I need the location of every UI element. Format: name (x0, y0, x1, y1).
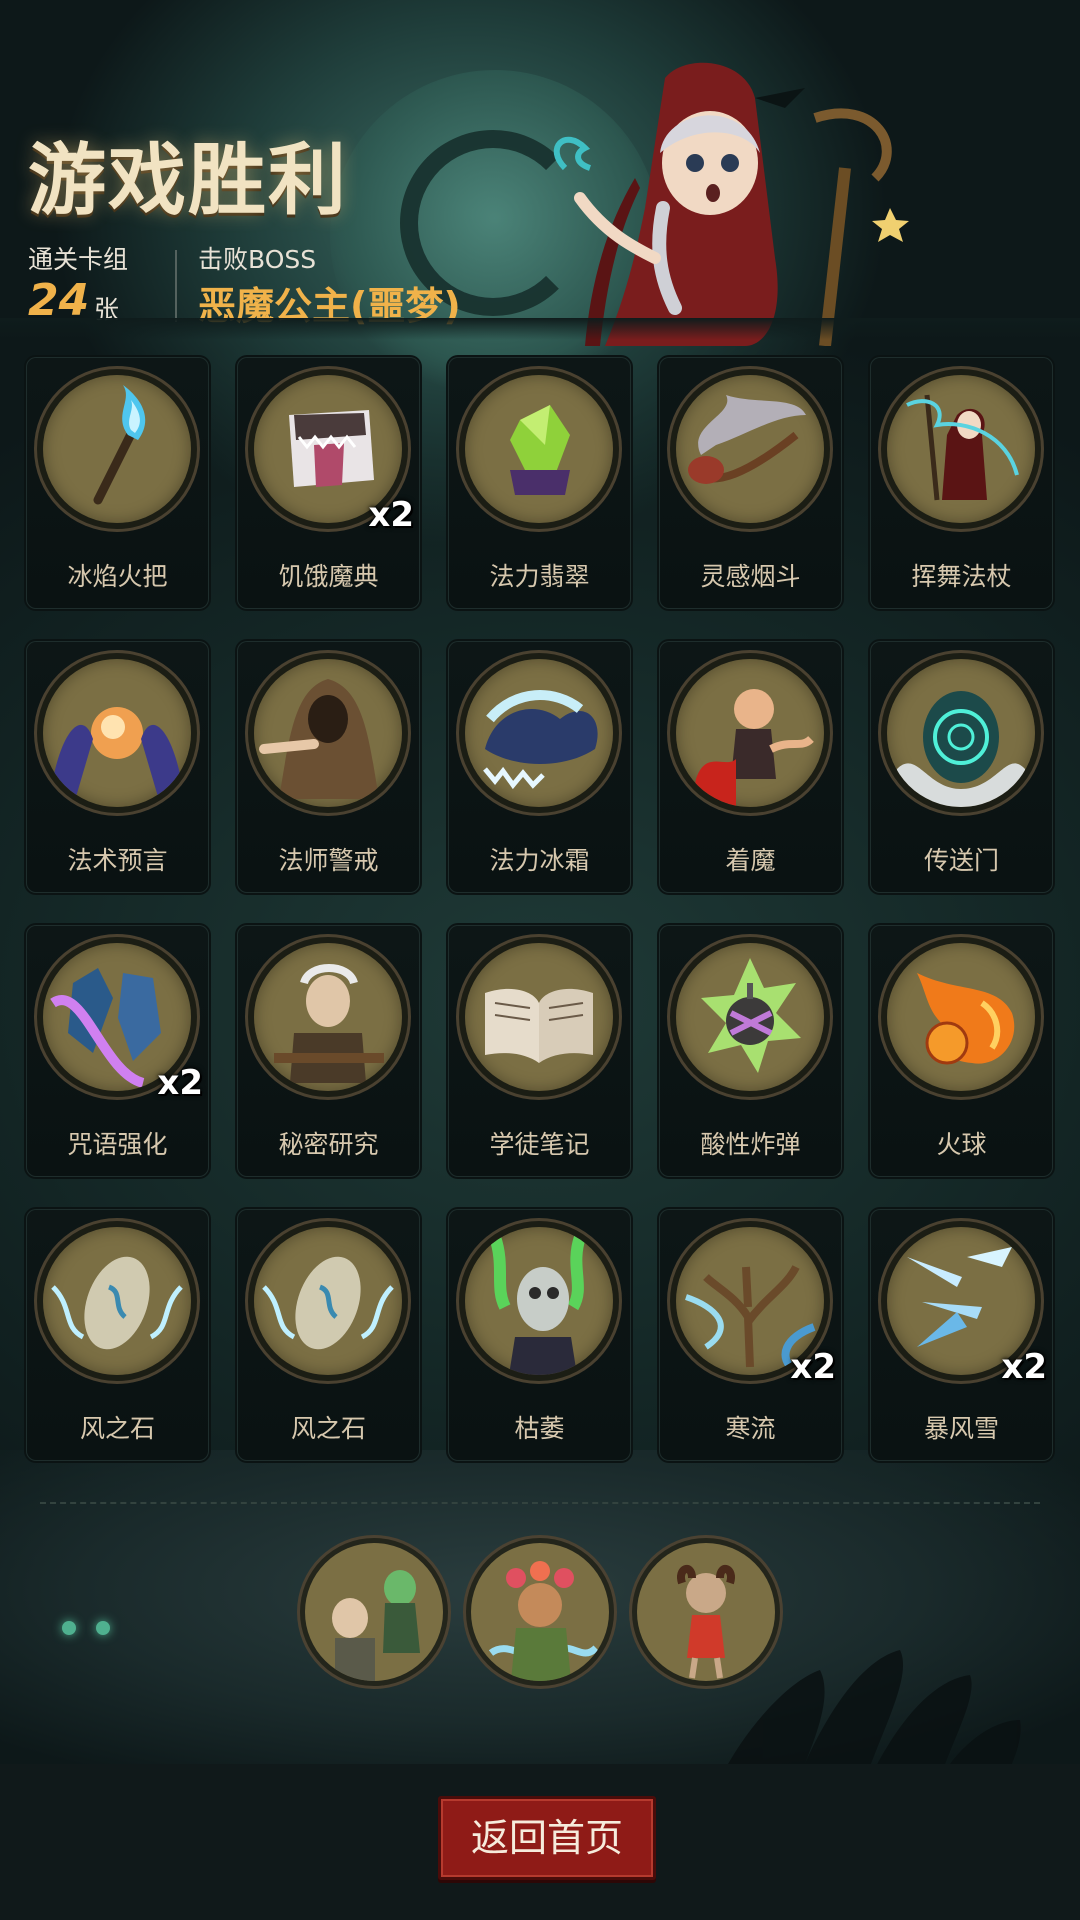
card-item[interactable]: 法师警戒 (237, 641, 420, 893)
card-name: 风之石 (79, 1414, 155, 1443)
card-name: 法师警戒 (278, 846, 379, 875)
flower-dryad-relic-icon[interactable] (471, 1543, 609, 1681)
card-count-badge: x2 (790, 1347, 836, 1387)
card-item[interactable]: 秘密研究 (237, 925, 420, 1177)
card-item[interactable]: 着魔 (659, 641, 842, 893)
hero-character-illustration (553, 62, 909, 346)
card-name: 法力冰霜 (489, 846, 590, 875)
card-item[interactable]: 暴风雪 x2 (870, 1209, 1053, 1461)
card-item[interactable]: 传送门 (870, 641, 1053, 893)
inspiration-pipe-icon (676, 375, 824, 523)
voodoo-doll-relic-icon[interactable] (637, 1543, 775, 1681)
card-name: 冰焰火把 (67, 562, 168, 591)
wind-stone-icon (43, 1227, 191, 1375)
card-name: 酸性炸弹 (700, 1130, 801, 1159)
card-item[interactable]: 风之石 (237, 1209, 420, 1461)
possessed-man-icon (676, 659, 824, 807)
card-name: 咒语强化 (67, 1130, 168, 1159)
mana-emerald-icon (465, 375, 613, 523)
card-name: 法术预言 (67, 846, 168, 875)
card-name: 饥饿魔典 (278, 562, 379, 591)
zombie-reader-relic-icon[interactable] (305, 1543, 443, 1681)
card-name: 风之石 (290, 1414, 366, 1443)
card-name: 枯萎 (514, 1414, 565, 1443)
card-item[interactable]: 风之石 (26, 1209, 209, 1461)
card-name: 着魔 (725, 846, 776, 875)
old-scholar-icon (254, 943, 402, 1091)
staff-wielder-icon (887, 375, 1035, 523)
card-item[interactable]: 酸性炸弹 (659, 925, 842, 1177)
card-name: 挥舞法杖 (911, 562, 1012, 591)
card-name: 法力翡翠 (489, 562, 590, 591)
card-item[interactable]: 枯萎 (448, 1209, 631, 1461)
card-item[interactable]: 咒语强化 x2 (26, 925, 209, 1177)
return-home-button[interactable]: 返回首页 (438, 1796, 656, 1880)
frost-hands-icon (465, 659, 613, 807)
card-item[interactable]: 法力翡翠 (448, 357, 631, 609)
card-name: 学徒笔记 (489, 1130, 590, 1159)
acid-bomb-icon (676, 943, 824, 1091)
card-item[interactable]: 寒流 x2 (659, 1209, 842, 1461)
card-item[interactable]: 灵感烟斗 (659, 357, 842, 609)
card-item[interactable]: 冰焰火把 (26, 357, 209, 609)
card-count-badge: x2 (368, 495, 414, 535)
card-name: 传送门 (923, 846, 999, 875)
glowing-eyes-decoration (62, 1620, 130, 1639)
fireball-icon (887, 943, 1035, 1091)
hooded-mage-icon (254, 659, 402, 807)
card-name: 灵感烟斗 (700, 562, 801, 591)
withered-ghoul-icon (465, 1227, 613, 1375)
card-item[interactable]: 法力冰霜 (448, 641, 631, 893)
portal-icon (887, 659, 1035, 807)
crystal-ball-icon (43, 659, 191, 807)
card-item[interactable]: 学徒笔记 (448, 925, 631, 1177)
section-divider (40, 1502, 1040, 1504)
open-book-icon (465, 943, 613, 1091)
ice-flame-torch-icon (43, 375, 191, 523)
card-item[interactable]: 饥饿魔典 x2 (237, 357, 420, 609)
card-name: 寒流 (725, 1414, 776, 1443)
card-count-badge: x2 (1001, 1347, 1047, 1387)
card-item[interactable]: 火球 (870, 925, 1053, 1177)
card-name: 秘密研究 (278, 1130, 379, 1159)
page-title: 游戏胜利 (28, 136, 349, 226)
card-name: 火球 (936, 1130, 987, 1159)
card-item[interactable]: 挥舞法杖 (870, 357, 1053, 609)
wind-stone-icon (254, 1227, 402, 1375)
header-shade (0, 318, 1080, 340)
card-name: 暴风雪 (923, 1414, 999, 1443)
card-count-badge: x2 (157, 1063, 203, 1103)
deck-label: 通关卡组 (28, 245, 129, 274)
card-item[interactable]: 法术预言 (26, 641, 209, 893)
boss-label: 击败BOSS (198, 245, 317, 274)
header-divider (175, 250, 177, 322)
